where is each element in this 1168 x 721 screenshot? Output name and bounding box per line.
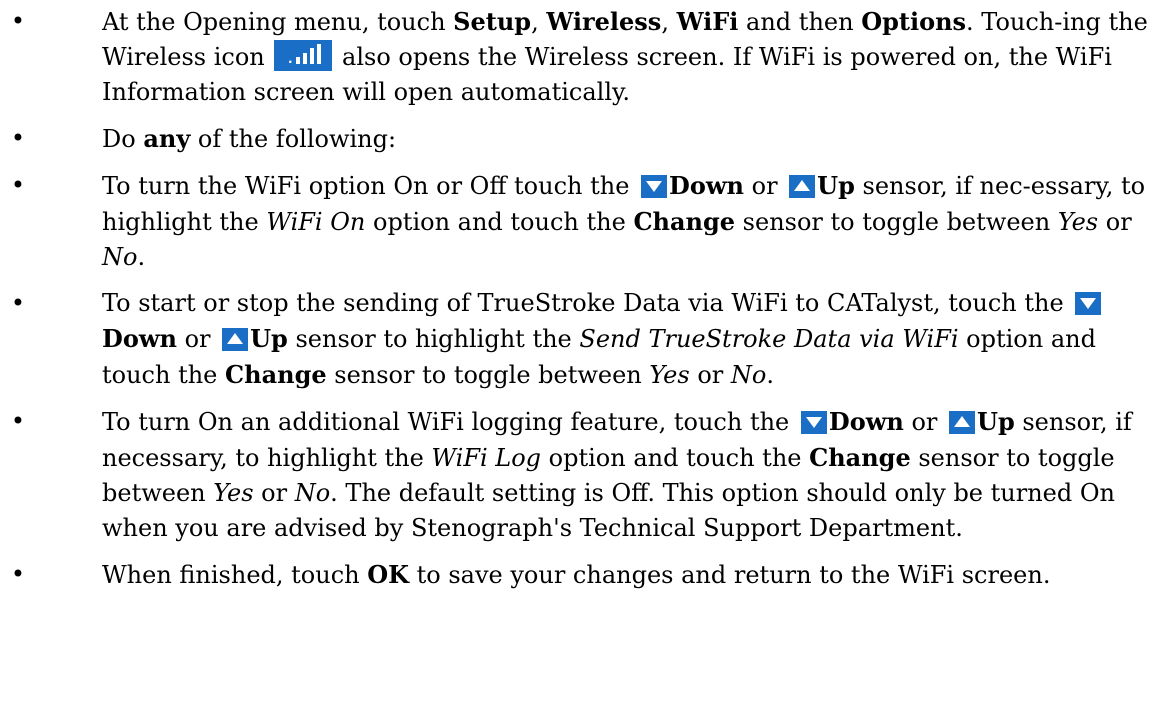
down-term: Down bbox=[828, 407, 904, 436]
text-run: or bbox=[743, 172, 786, 200]
bullet: • bbox=[10, 289, 26, 317]
bullet: • bbox=[10, 124, 26, 152]
text-run: or bbox=[1098, 208, 1132, 236]
down-arrow-icon bbox=[641, 175, 668, 198]
wireless-term: Wireless bbox=[546, 7, 662, 36]
list-item: • At the Opening menu, touch Setup, Wire… bbox=[0, 4, 1168, 110]
text-run: or bbox=[903, 408, 946, 436]
yes-value: Yes bbox=[649, 361, 690, 389]
list-item: • Do any of the following: bbox=[0, 121, 1168, 157]
text-run: and then bbox=[738, 8, 862, 36]
text-run: or bbox=[689, 361, 731, 389]
text-run: or bbox=[253, 479, 295, 507]
text-run: . bbox=[766, 361, 774, 389]
instruction-list: • At the Opening menu, touch Setup, Wire… bbox=[0, 4, 1168, 593]
text-run: . bbox=[137, 243, 146, 271]
text-run: , bbox=[531, 8, 547, 36]
wifi-term: WiFi bbox=[676, 7, 739, 36]
send-truestroke-option: Send TrueStroke Data via WiFi bbox=[579, 325, 959, 353]
wifi-log-option: WiFi Log bbox=[431, 444, 542, 472]
up-arrow-icon bbox=[789, 175, 816, 198]
text-run: At the Opening menu, touch bbox=[102, 8, 454, 36]
list-item: • To start or stop the sending of TrueSt… bbox=[0, 286, 1168, 393]
any-term: any bbox=[143, 124, 191, 153]
down-term: Down bbox=[669, 171, 744, 200]
down-arrow-icon bbox=[1075, 292, 1102, 315]
list-item: • When finished, touch OK to save your c… bbox=[0, 557, 1168, 593]
text-run: , bbox=[661, 8, 677, 36]
text-run: To turn On an additional WiFi logging fe… bbox=[102, 408, 797, 436]
down-term: Down bbox=[102, 324, 177, 353]
list-item: • To turn the WiFi option On or Off touc… bbox=[0, 168, 1168, 275]
ok-term: OK bbox=[367, 560, 409, 589]
text-run: To turn the WiFi option On or Off touch … bbox=[102, 172, 638, 200]
up-term: Up bbox=[817, 171, 855, 200]
bullet: • bbox=[10, 560, 26, 588]
svg-text:.: . bbox=[288, 52, 293, 66]
no-value: No bbox=[730, 361, 767, 389]
text-run: of the following: bbox=[190, 125, 397, 153]
no-value: No bbox=[102, 243, 138, 271]
up-arrow-icon bbox=[222, 328, 249, 351]
up-term: Up bbox=[250, 324, 288, 353]
bullet: • bbox=[10, 7, 26, 35]
text-run: option and touch the bbox=[365, 208, 634, 236]
text-run: option and touch the bbox=[541, 444, 810, 472]
wireless-signal-icon: . bbox=[274, 40, 333, 71]
bullet: • bbox=[10, 171, 26, 199]
wifi-on-option: WiFi On bbox=[266, 208, 366, 236]
text-run: sensor to highlight the bbox=[287, 325, 580, 353]
text-run: To start or stop the sending of TrueStro… bbox=[102, 289, 1072, 317]
options-term: Options bbox=[861, 7, 967, 36]
text-run: to save your changes and return to the W… bbox=[409, 561, 1051, 589]
change-term: Change bbox=[633, 207, 736, 236]
bullet: • bbox=[10, 407, 26, 435]
change-term: Change bbox=[225, 360, 327, 389]
change-term: Change bbox=[809, 443, 911, 472]
text-run: When finished, touch bbox=[102, 561, 368, 589]
text-run: sensor to toggle between bbox=[735, 208, 1058, 236]
yes-value: Yes bbox=[213, 479, 254, 507]
yes-value: Yes bbox=[1057, 208, 1099, 236]
no-value: No bbox=[294, 479, 331, 507]
up-term: Up bbox=[977, 407, 1015, 436]
setup-term: Setup bbox=[453, 7, 532, 36]
list-item: • To turn On an additional WiFi logging … bbox=[0, 404, 1168, 546]
down-arrow-icon bbox=[800, 411, 827, 434]
text-run: sensor to toggle between bbox=[326, 361, 650, 389]
up-arrow-icon bbox=[949, 411, 976, 434]
document-page: • At the Opening menu, touch Setup, Wire… bbox=[0, 4, 1168, 721]
text-run: Do bbox=[102, 125, 144, 153]
text-run: or bbox=[176, 325, 219, 353]
